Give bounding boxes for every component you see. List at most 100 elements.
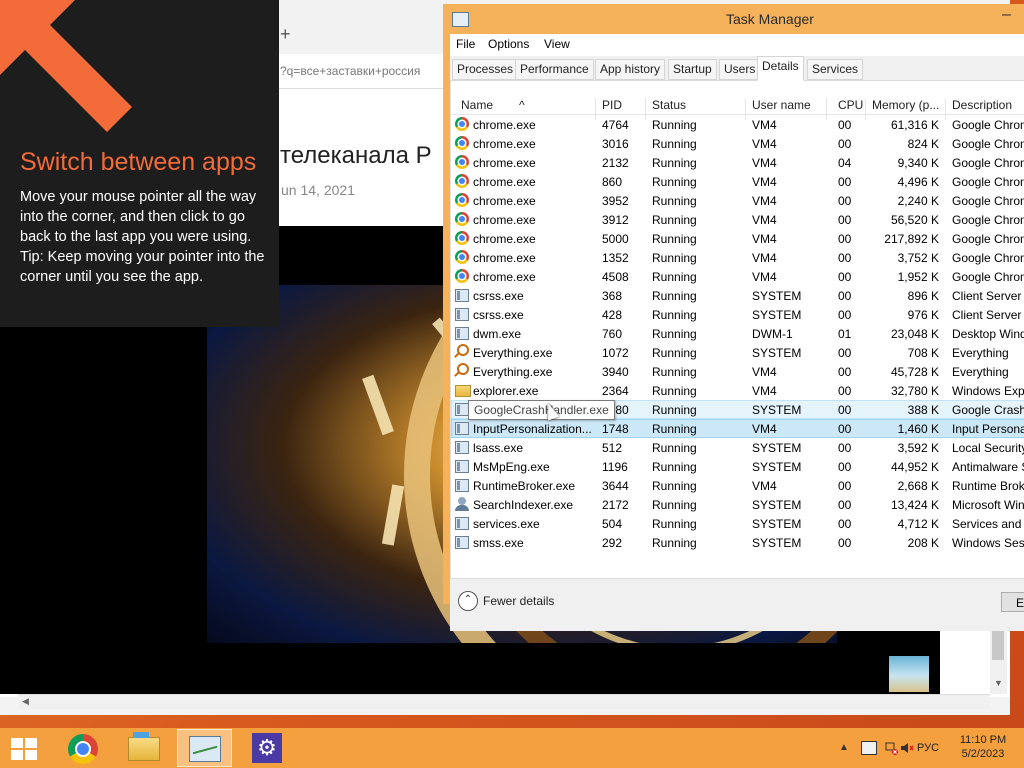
table-row[interactable]: chrome.exe 4508 Running VM4 00 1,952 K Google … — [451, 267, 1024, 286]
col-description[interactable]: Description — [952, 98, 1012, 112]
cell-name: chrome.exe — [473, 194, 536, 208]
tab-startup[interactable]: Startup — [668, 59, 717, 80]
cell-mem: 388 K — [907, 403, 939, 417]
cell-mem: 44,952 K — [890, 460, 939, 474]
clock[interactable]: 11:10 PM 5/2/2023 — [955, 733, 1011, 761]
table-row[interactable]: RuntimeBroker.exe 3644 Running VM4 00 2,668 K… — [451, 476, 1024, 495]
task-manager-window[interactable]: Task Manager – File Options View Process… — [443, 4, 1024, 631]
tip-title: Switch between apps — [20, 148, 257, 176]
cell-desc: Google Chrome — [952, 175, 1024, 189]
cell-cpu: 00 — [838, 213, 852, 227]
url-text[interactable]: ?q=все+заставки+россия — [280, 64, 420, 78]
table-row[interactable]: chrome.exe 3912 Running VM4 00 56,520 K Google… — [451, 210, 1024, 229]
tab-app-history[interactable]: App history — [595, 59, 666, 80]
footer-bar: ⌃ Fewer details E — [450, 578, 1024, 631]
table-row[interactable]: chrome.exe 860 Running VM4 00 4,496 K Google C… — [451, 172, 1024, 191]
col-name[interactable]: Name — [461, 98, 493, 112]
table-row[interactable]: services.exe 504 Running SYSTEM 00 4,712 K Ser… — [451, 514, 1024, 533]
tab-details[interactable]: Details — [757, 56, 804, 81]
table-row[interactable]: explorer.exe 2364 Running VM4 00 32,780 K Wind… — [451, 381, 1024, 400]
table-row[interactable]: chrome.exe 3016 Running VM4 00 824 K Google Ch… — [451, 134, 1024, 153]
cell-pid: 2132 — [602, 156, 629, 170]
network-disconnected-icon[interactable] — [884, 741, 898, 755]
col-status[interactable]: Status — [652, 98, 686, 112]
table-row[interactable]: chrome.exe 1352 Running VM4 00 3,752 K Google … — [451, 248, 1024, 267]
tab-users[interactable]: Users — [719, 59, 761, 80]
minimize-button[interactable]: – — [1002, 6, 1011, 24]
cell-desc: Everything — [952, 365, 1009, 379]
table-row[interactable]: dwm.exe 760 Running DWM-1 01 23,048 K Desktop … — [451, 324, 1024, 343]
tab-services[interactable]: Services — [807, 59, 864, 80]
col-pid[interactable]: PID — [602, 98, 622, 112]
col-username[interactable]: User name — [752, 98, 811, 112]
cell-cpu: 00 — [838, 270, 852, 284]
title-bar[interactable]: Task Manager – — [443, 4, 1024, 34]
table-row[interactable]: InputPersonalization... 1748 Running VM4 00 1… — [451, 419, 1024, 438]
start-button[interactable] — [0, 729, 55, 767]
task-manager-body: File Options View Processes Performance … — [450, 34, 1024, 631]
cell-name: MsMpEng.exe — [473, 460, 550, 474]
collapse-chevron-icon[interactable]: ⌃ — [458, 591, 478, 611]
file-explorer-icon — [128, 732, 160, 761]
table-row[interactable]: MsMpEng.exe 1196 Running SYSTEM 00 44,952 K An… — [451, 457, 1024, 476]
volume-muted-icon[interactable] — [900, 741, 914, 753]
fewer-details-link[interactable]: Fewer details — [483, 594, 554, 608]
language-indicator[interactable]: РУС — [917, 742, 939, 754]
taskbar-task-manager[interactable] — [177, 729, 232, 767]
chrome-icon — [455, 231, 469, 245]
cell-desc: Client Server Runtime — [952, 289, 1024, 303]
cell-status: Running — [652, 479, 697, 493]
table-row[interactable]: Everything.exe 3940 Running VM4 00 45,728 K Ev… — [451, 362, 1024, 381]
cell-status: Running — [652, 156, 697, 170]
task-manager-icon — [189, 736, 221, 762]
taskbar-settings[interactable]: ⚙ — [240, 729, 295, 767]
cell-pid: 428 — [602, 308, 623, 322]
tab-processes[interactable]: Processes — [452, 59, 519, 80]
menu-file[interactable]: File — [456, 37, 475, 51]
scroll-down-arrow-icon[interactable]: ▼ — [994, 678, 1003, 688]
table-row[interactable]: Everything.exe 1072 Running SYSTEM 00 708 K Ev… — [451, 343, 1024, 362]
col-cpu[interactable]: CPU — [838, 98, 863, 112]
cell-mem: 2,668 K — [897, 479, 939, 493]
table-row[interactable]: chrome.exe 5000 Running VM4 00 217,892 K Googl… — [451, 229, 1024, 248]
cell-desc: Windows Session Manager — [952, 536, 1024, 550]
cell-desc: Services and Controller — [952, 517, 1024, 531]
cell-user: SYSTEM — [752, 536, 802, 550]
new-tab-button[interactable]: + — [280, 24, 291, 45]
table-row[interactable]: chrome.exe 3952 Running VM4 00 2,240 K Google … — [451, 191, 1024, 210]
scroll-left-arrow-icon[interactable]: ◀ — [22, 696, 29, 707]
cell-desc: Antimalware Service — [952, 460, 1024, 474]
cell-mem: 976 K — [907, 308, 939, 322]
taskbar-chrome[interactable] — [55, 729, 110, 767]
cell-status: Running — [652, 498, 697, 512]
magnify-icon — [457, 363, 469, 375]
window-icon — [455, 422, 469, 435]
horizontal-scrollbar[interactable] — [18, 694, 990, 709]
action-center-icon[interactable] — [861, 741, 877, 755]
cell-desc: Local Security Authority — [952, 441, 1024, 455]
cell-pid: 1352 — [602, 251, 629, 265]
table-row[interactable]: smss.exe 292 Running SYSTEM 00 208 K Windows S… — [451, 533, 1024, 552]
table-row[interactable]: csrss.exe 428 Running SYSTEM 00 976 K Client S… — [451, 305, 1024, 324]
table-row[interactable]: SearchIndexer.exe 2172 Running SYSTEM 00 13,4… — [451, 495, 1024, 514]
table-row[interactable]: lsass.exe 512 Running SYSTEM 00 3,592 K Local … — [451, 438, 1024, 457]
cell-cpu: 00 — [838, 403, 852, 417]
cell-name: chrome.exe — [473, 156, 536, 170]
cell-user: VM4 — [752, 137, 777, 151]
windows-logo-icon — [11, 738, 37, 760]
col-memory[interactable]: Memory (p... — [872, 98, 939, 112]
menu-view[interactable]: View — [544, 37, 570, 51]
tab-performance[interactable]: Performance — [515, 59, 594, 80]
cell-user: VM4 — [752, 156, 777, 170]
cell-pid: 3644 — [602, 479, 629, 493]
cell-pid: 2172 — [602, 498, 629, 512]
table-row[interactable]: chrome.exe 4764 Running VM4 00 61,316 K Google… — [451, 115, 1024, 134]
end-task-button[interactable]: E — [1001, 592, 1024, 612]
table-row[interactable]: csrss.exe 368 Running SYSTEM 00 896 K Client S… — [451, 286, 1024, 305]
taskbar-file-explorer[interactable] — [116, 729, 171, 767]
tray-expand-icon[interactable]: ▲ — [839, 742, 849, 753]
video-thumbnail[interactable] — [889, 656, 929, 692]
menu-options[interactable]: Options — [488, 37, 529, 51]
cell-name: chrome.exe — [473, 213, 536, 227]
table-row[interactable]: chrome.exe 2132 Running VM4 04 9,340 K Google … — [451, 153, 1024, 172]
